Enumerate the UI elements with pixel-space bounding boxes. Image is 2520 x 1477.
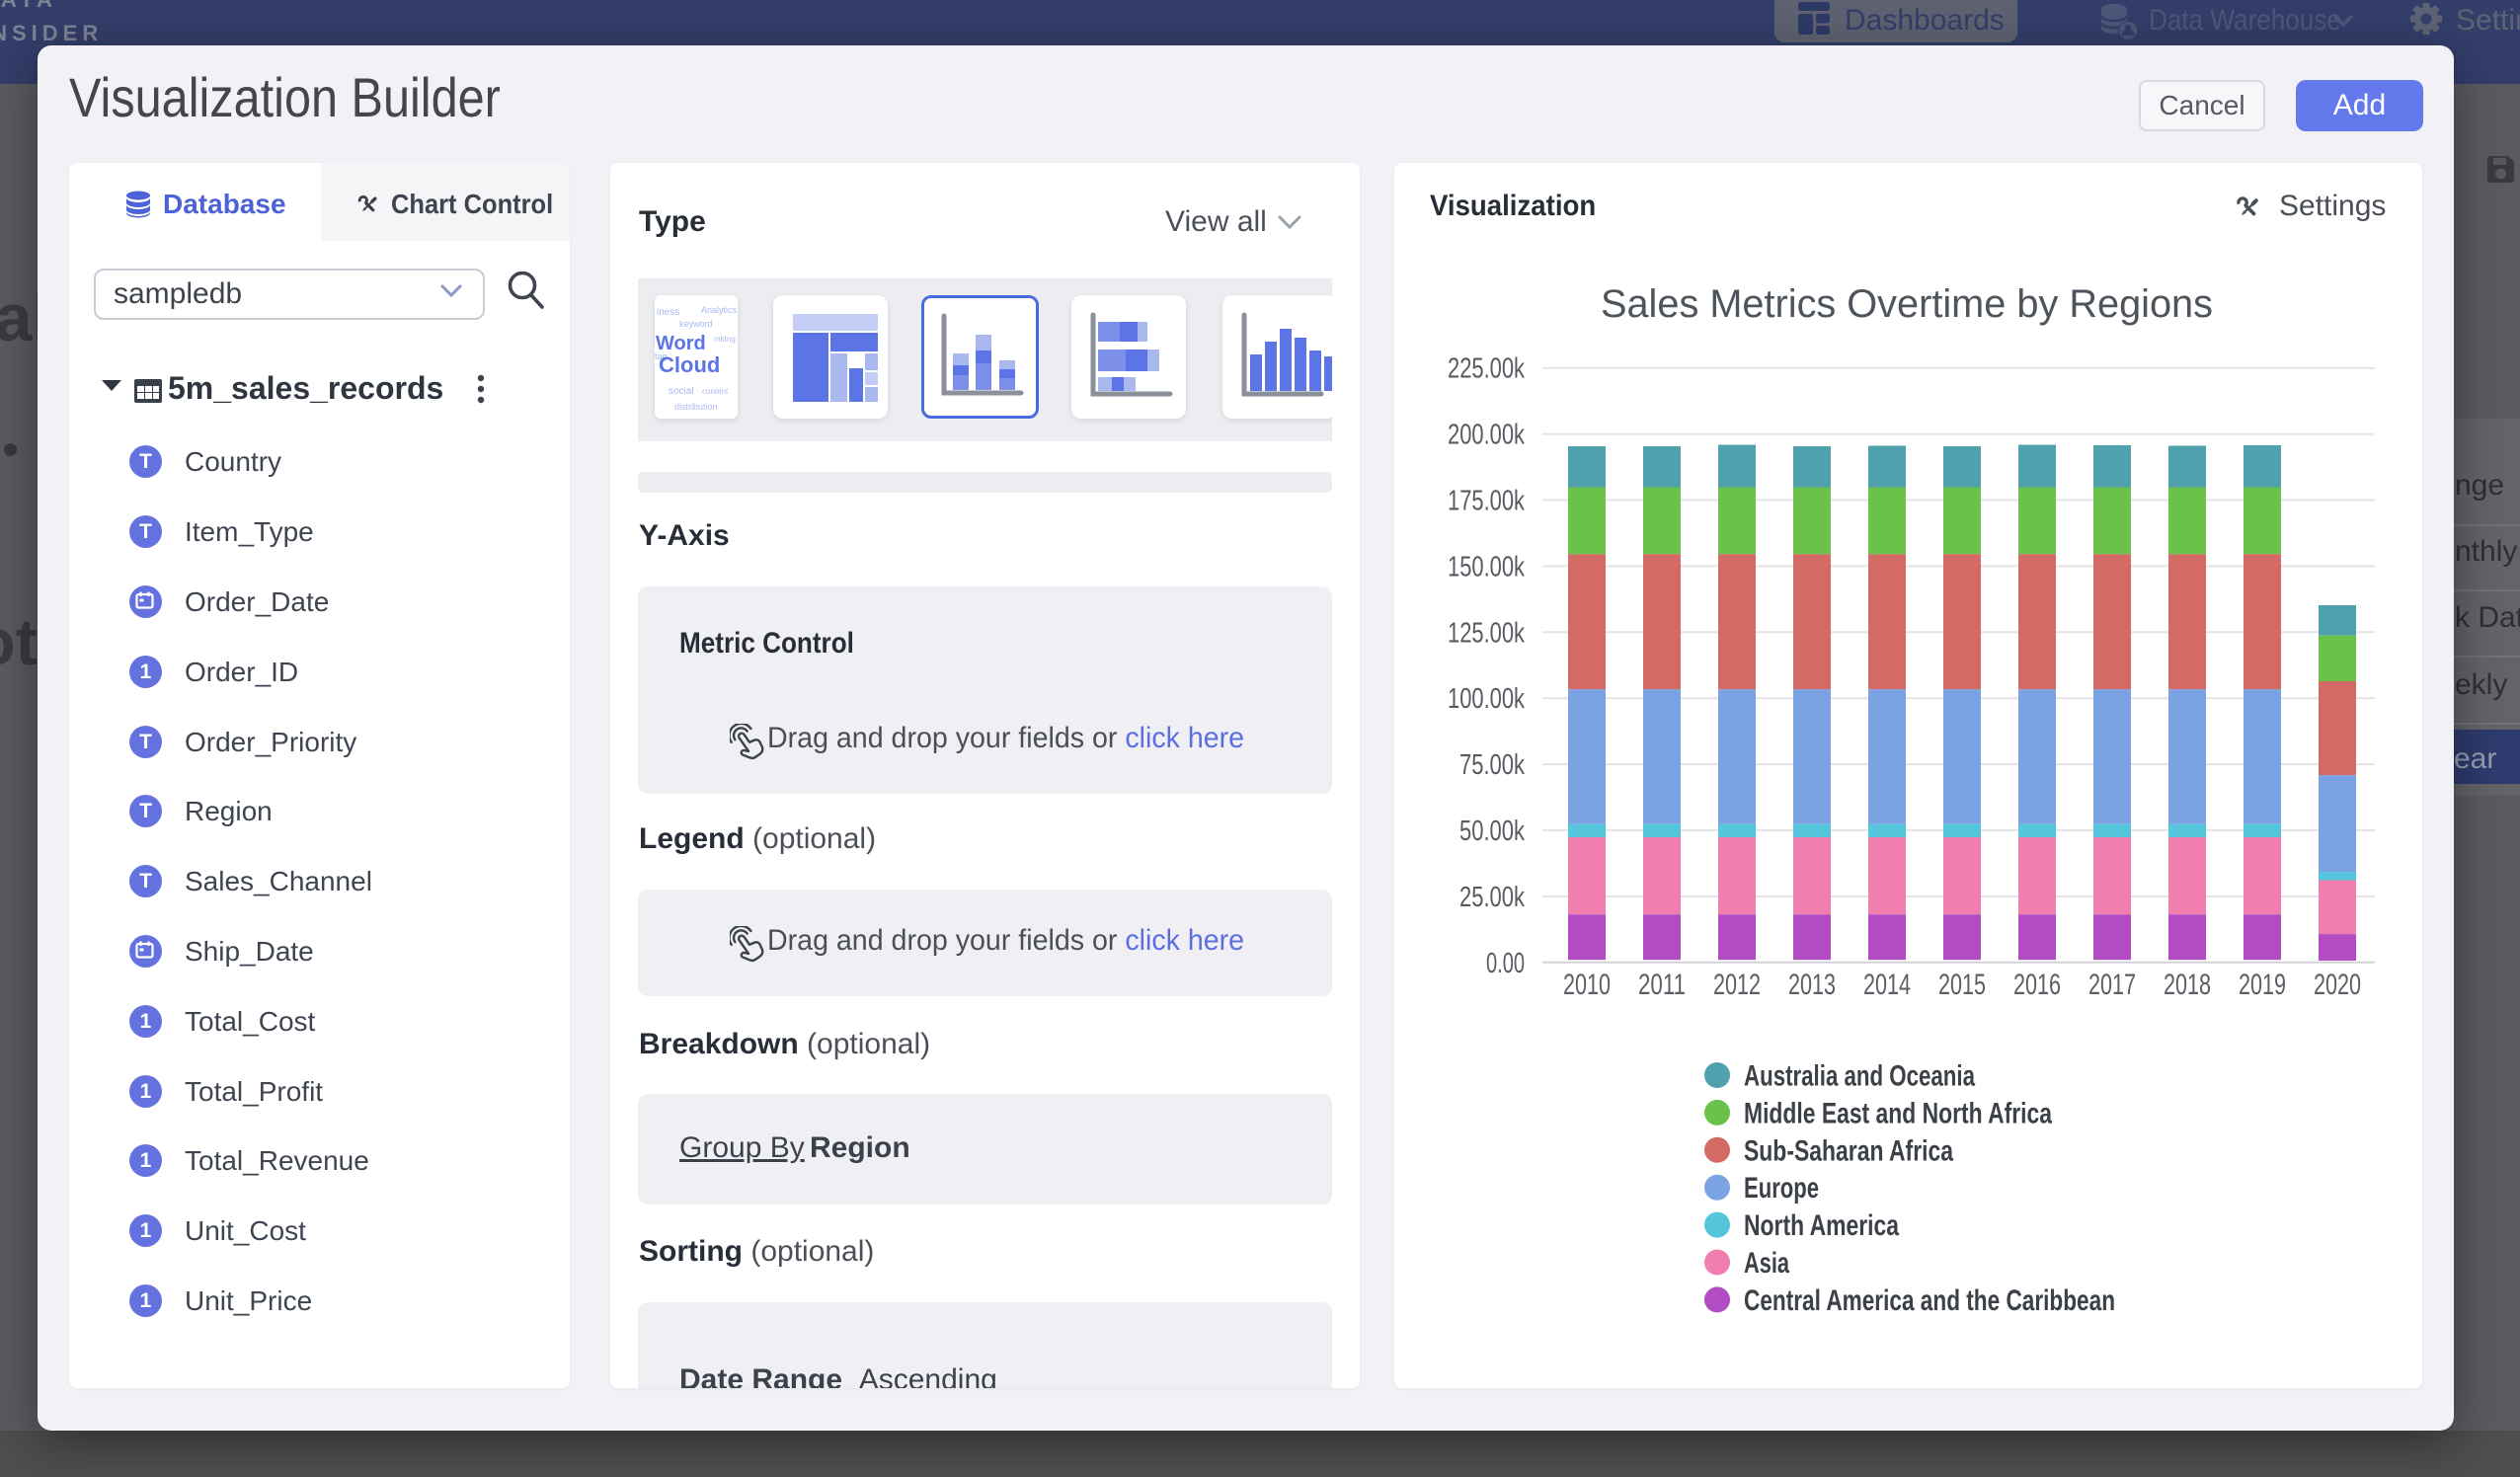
- svg-text:2020: 2020: [2314, 969, 2361, 1001]
- svg-text:200.00k: 200.00k: [1448, 420, 1525, 451]
- svg-text:75.00k: 75.00k: [1459, 749, 1525, 781]
- svg-text:2014: 2014: [1863, 969, 1911, 1001]
- svg-text:Europe: Europe: [1744, 1172, 1819, 1205]
- svg-text:2015: 2015: [1938, 969, 1986, 1001]
- svg-text:125.00k: 125.00k: [1448, 617, 1525, 649]
- svg-text:2019: 2019: [2239, 969, 2286, 1001]
- svg-text:25.00k: 25.00k: [1459, 882, 1525, 913]
- svg-text:2017: 2017: [2088, 969, 2136, 1001]
- svg-text:2016: 2016: [2013, 969, 2061, 1001]
- svg-text:2013: 2013: [1788, 969, 1836, 1001]
- svg-text:100.00k: 100.00k: [1448, 683, 1525, 715]
- svg-text:Asia: Asia: [1744, 1247, 1789, 1280]
- svg-text:North America: North America: [1744, 1209, 1899, 1242]
- svg-text:Middle East and North Africa: Middle East and North Africa: [1744, 1097, 2052, 1129]
- svg-text:Australia and Oceania: Australia and Oceania: [1744, 1060, 1975, 1093]
- svg-text:2010: 2010: [1563, 969, 1611, 1001]
- svg-text:Sub-Saharan Africa: Sub-Saharan Africa: [1744, 1134, 1953, 1167]
- svg-text:50.00k: 50.00k: [1459, 816, 1525, 847]
- svg-text:2018: 2018: [2164, 969, 2211, 1001]
- svg-text:Central America and the Caribb: Central America and the Caribbean: [1744, 1284, 2115, 1317]
- svg-text:2012: 2012: [1713, 969, 1761, 1001]
- svg-text:175.00k: 175.00k: [1448, 486, 1525, 517]
- svg-text:225.00k: 225.00k: [1448, 353, 1525, 385]
- svg-text:2011: 2011: [1638, 969, 1686, 1001]
- svg-text:150.00k: 150.00k: [1448, 551, 1525, 583]
- svg-text:0.00: 0.00: [1486, 948, 1525, 979]
- svg-text:Sales Metrics Overtime by Regi: Sales Metrics Overtime by Regions: [1601, 282, 2213, 326]
